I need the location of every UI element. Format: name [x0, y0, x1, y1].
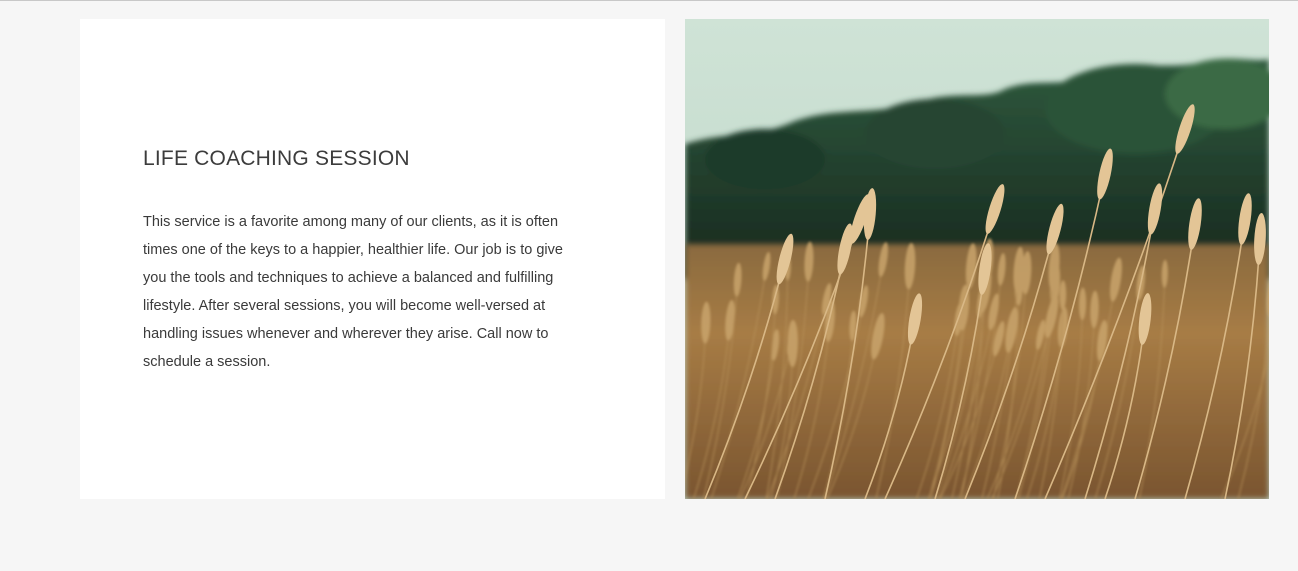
service-info-card: LIFE COACHING SESSION This service is a …	[80, 19, 665, 499]
wheat-field-photo	[685, 19, 1269, 499]
service-description: This service is a favorite among many of…	[143, 214, 563, 370]
top-divider	[0, 0, 1298, 1]
service-title: LIFE COACHING SESSION	[143, 147, 410, 170]
